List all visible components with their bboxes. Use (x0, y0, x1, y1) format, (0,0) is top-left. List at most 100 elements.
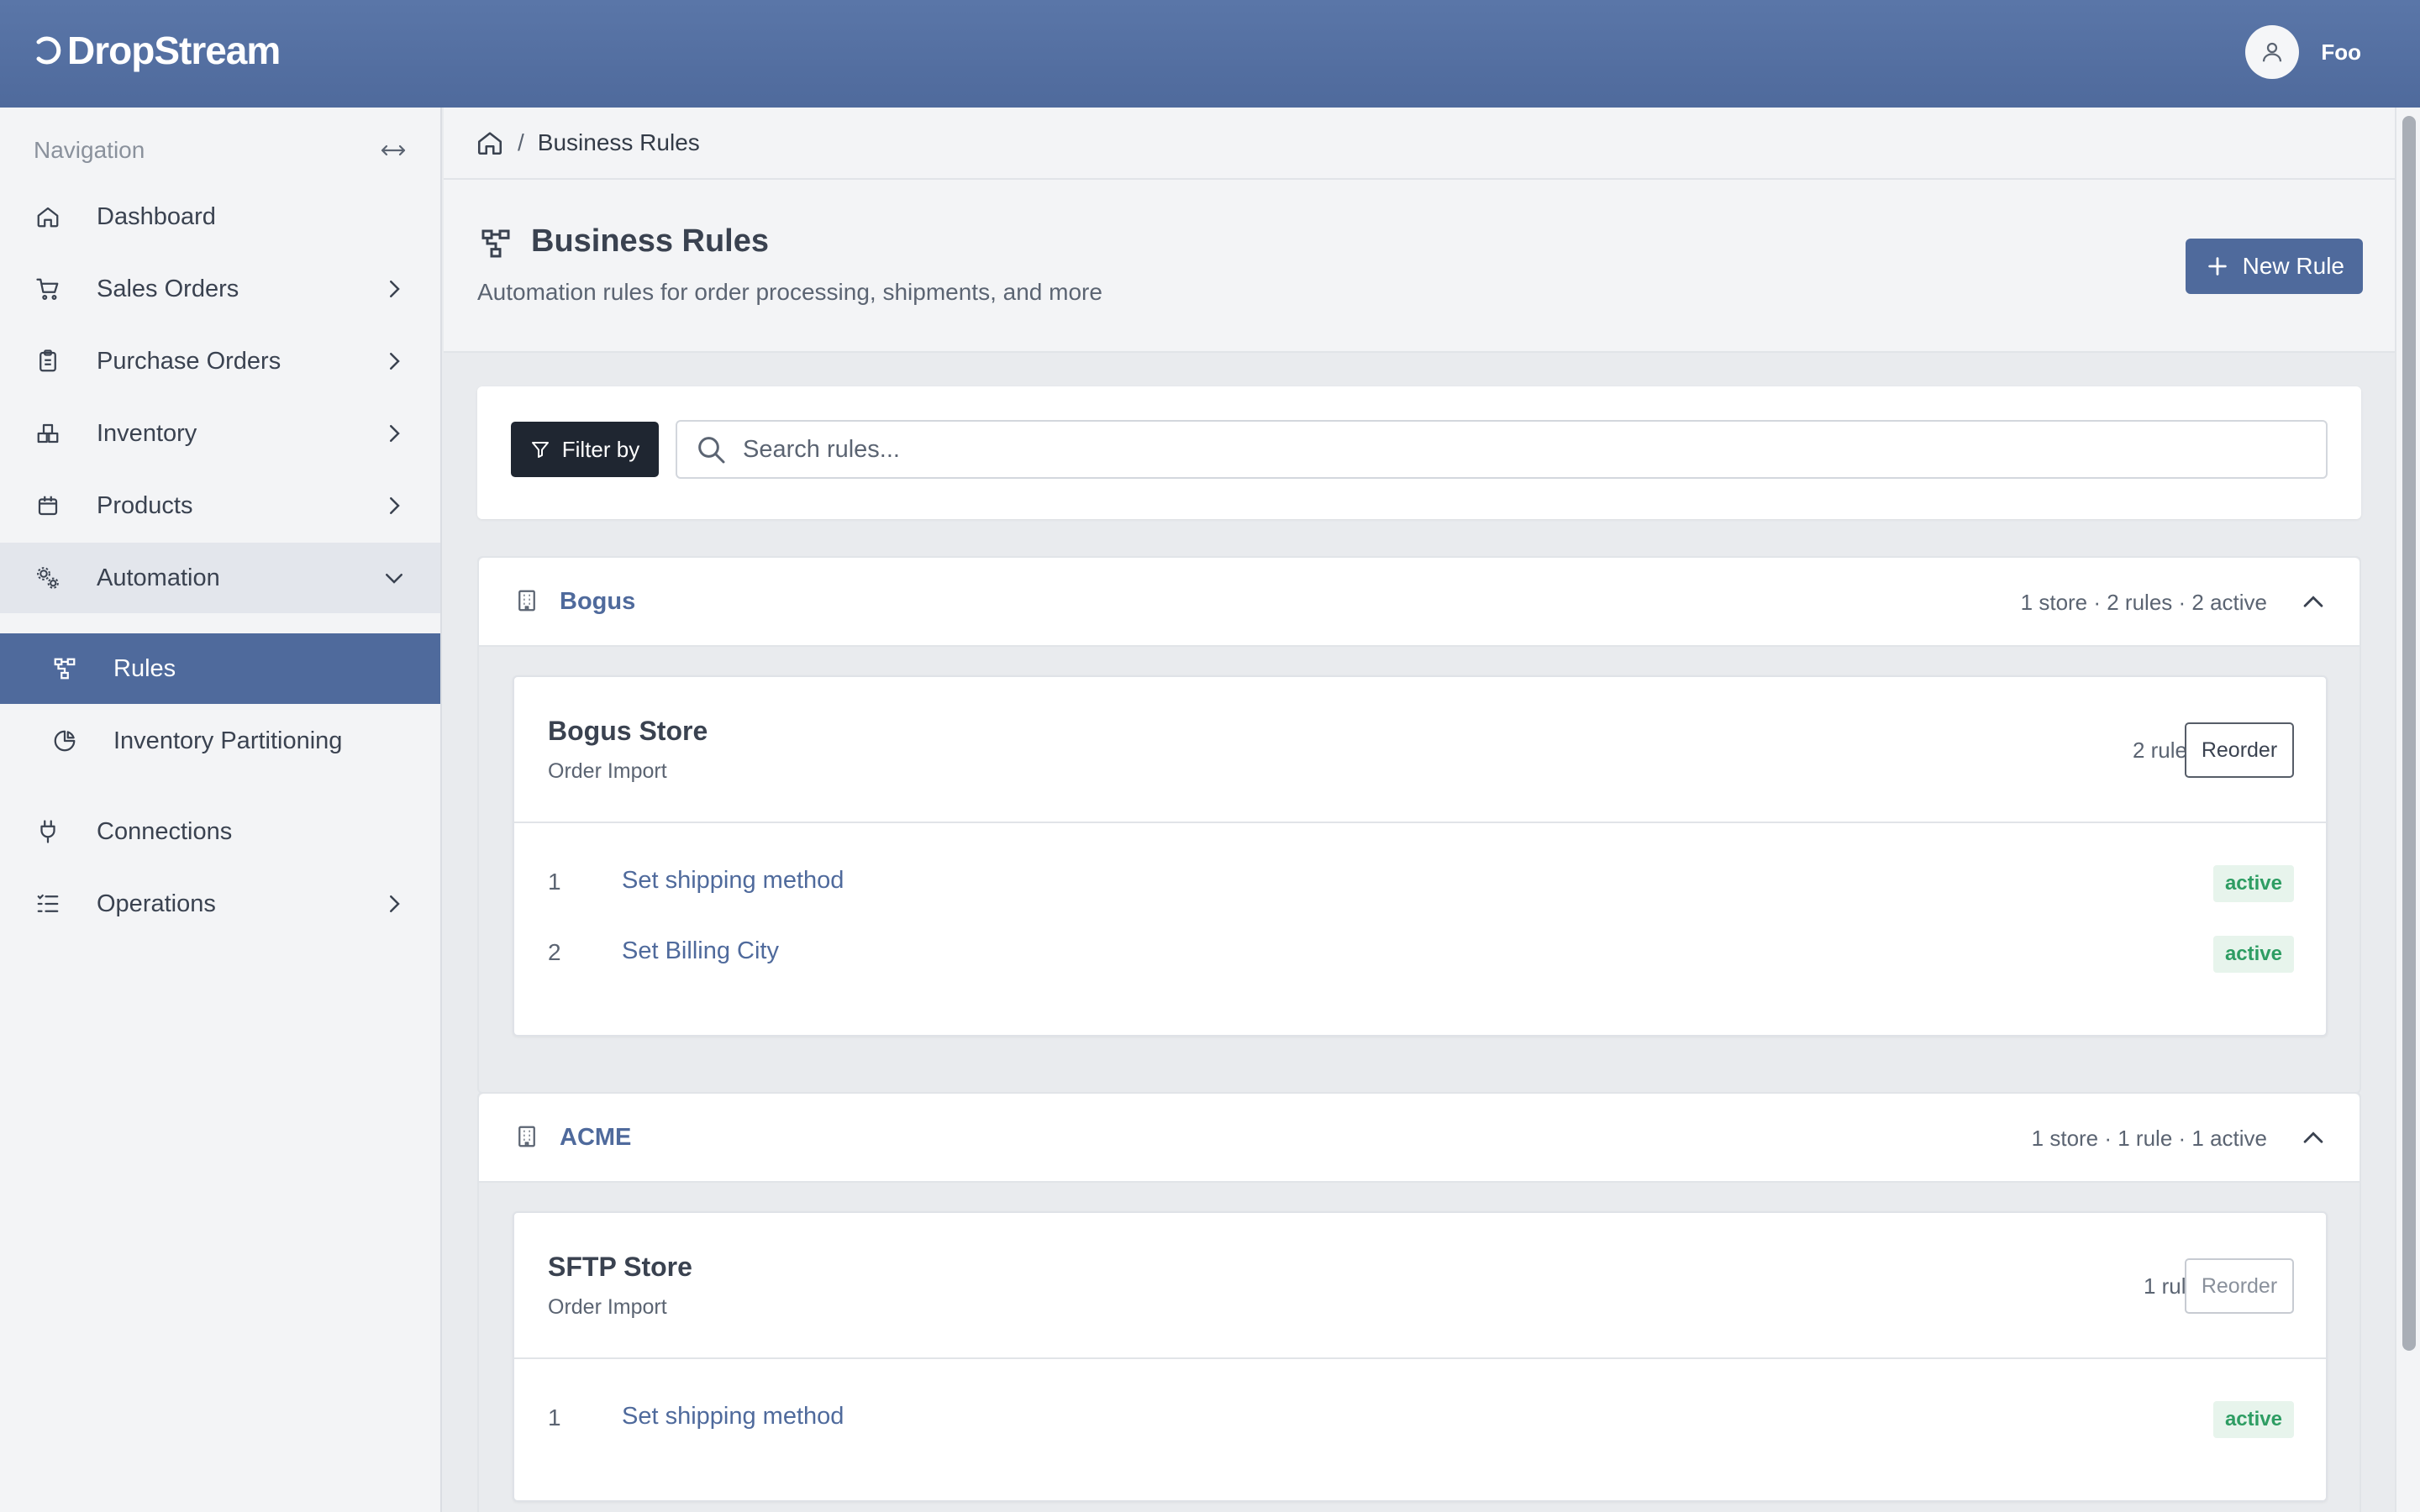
status-badge: active (2212, 1401, 2294, 1438)
rules-icon (481, 229, 510, 258)
user-name: Foo (2321, 39, 2361, 65)
avatar[interactable] (2245, 25, 2300, 79)
search-box[interactable] (676, 420, 2328, 479)
sidebar-subitem-rules[interactable]: Rules (0, 633, 440, 704)
plug-icon (34, 817, 62, 846)
chevron-up-icon[interactable] (2299, 1124, 2328, 1152)
home-icon (34, 202, 62, 231)
breadcrumb: / Business Rules (444, 108, 2395, 180)
brand-name: DropStream (67, 29, 281, 72)
boxes-icon (34, 419, 62, 448)
sidebar-item-label: Sales Orders (97, 275, 239, 302)
sidebar-item-sales-orders[interactable]: Sales Orders (0, 254, 440, 324)
sidebar-item-label: Operations (97, 890, 216, 917)
chevron-right-icon (390, 353, 400, 370)
sidebar-item-label: Inventory (97, 419, 197, 447)
rule-link[interactable]: Set shipping method (622, 867, 844, 895)
store-header: Bogus Store Order Import 2 rules Reorder (514, 677, 2326, 823)
sidebar-item-label: Automation (97, 564, 220, 591)
chevron-down-icon (386, 574, 402, 584)
cart-icon (34, 275, 62, 303)
store-header: SFTP Store Order Import 1 rule Reorder (514, 1213, 2326, 1359)
store-name: Bogus Store (548, 716, 708, 746)
group-name[interactable]: Bogus (560, 588, 635, 616)
chevron-right-icon (390, 425, 400, 442)
gears-icon (34, 564, 62, 592)
sidebar-item-label: Products (97, 491, 193, 519)
sidebar-item-dashboard[interactable]: Dashboard (0, 181, 440, 252)
user-icon (2263, 42, 2282, 62)
group-bogus: Bogus 1 store · 2 rules · 2 active Bogus… (477, 556, 2361, 1094)
store-card: Bogus Store Order Import 2 rules Reorder… (513, 675, 2328, 1037)
reorder-button[interactable]: Reorder (2185, 1258, 2294, 1314)
chevron-right-icon (390, 497, 400, 514)
table-row: 1 Set shipping method active (514, 1383, 2326, 1453)
new-rule-button[interactable]: New Rule (2185, 239, 2363, 294)
chevron-right-icon (390, 281, 400, 297)
page-subtitle: Automation rules for order processing, s… (477, 279, 1102, 305)
user-menu[interactable]: Foo (2245, 25, 2361, 79)
status-badge: active (2212, 936, 2294, 973)
filter-by-label: Filter by (561, 436, 640, 462)
filter-by-button[interactable]: Filter by (511, 422, 659, 477)
logo[interactable]: DropStream (34, 25, 281, 76)
store-type: Order Import (548, 1295, 667, 1319)
chevron-up-icon[interactable] (2299, 588, 2328, 617)
collapse-sidebar-button[interactable] (378, 135, 408, 165)
chevron-right-icon (390, 895, 400, 912)
rule-order: 1 (548, 869, 561, 895)
table-row: 1 Set shipping method active (514, 847, 2326, 917)
arrows-horizontal-icon (381, 144, 406, 156)
sidebar-item-operations[interactable]: Operations (0, 869, 440, 939)
rules-icon (50, 654, 79, 683)
scrollbar-thumb[interactable] (2402, 116, 2416, 1351)
scrollbar[interactable] (2395, 108, 2420, 1512)
top-bar: DropStream Foo (0, 0, 2420, 108)
store-type: Order Import (548, 759, 667, 783)
sidebar-item-inventory[interactable]: Inventory (0, 398, 440, 469)
reorder-button[interactable]: Reorder (2185, 722, 2294, 778)
page-title: Business Rules (531, 223, 769, 259)
list-check-icon (34, 890, 62, 918)
search-icon (698, 437, 725, 464)
store-card: SFTP Store Order Import 1 rule Reorder 1… (513, 1211, 2328, 1502)
sidebar-item-label: Rules (113, 654, 176, 682)
page-header: Business Rules Automation rules for orde… (444, 180, 2395, 353)
sidebar-item-label: Connections (97, 817, 233, 845)
nav-header: Navigation (34, 128, 408, 173)
sidebar-subitem-inventory-partitioning[interactable]: Inventory Partitioning (0, 706, 440, 776)
home-icon[interactable] (476, 129, 504, 157)
building-icon (518, 590, 535, 612)
table-row: 2 Set Billing City active (514, 917, 2326, 988)
group-summary: 1 store · 2 rules · 2 active (2020, 590, 2267, 615)
sidebar-item-label: Purchase Orders (97, 347, 281, 375)
group-header[interactable]: Bogus 1 store · 2 rules · 2 active (479, 558, 2360, 647)
plus-icon (2207, 257, 2227, 276)
sidebar-item-label: Inventory Partitioning (113, 727, 343, 754)
package-icon (34, 491, 62, 520)
sidebar-item-products[interactable]: Products (0, 470, 440, 541)
sidebar-item-connections[interactable]: Connections (0, 796, 440, 867)
search-input[interactable] (743, 435, 2255, 464)
pie-chart-icon (50, 727, 79, 755)
group-summary: 1 store · 1 rule · 1 active (2031, 1126, 2267, 1151)
sidebar-item-automation[interactable]: Automation (0, 543, 440, 613)
group-acme: ACME 1 store · 1 rule · 1 active SFTP St… (477, 1092, 2361, 1512)
rule-order: 2 (548, 939, 561, 965)
group-header[interactable]: ACME 1 store · 1 rule · 1 active (479, 1094, 2360, 1183)
dropstream-logo-icon (36, 36, 61, 65)
rule-link[interactable]: Set Billing City (622, 937, 779, 965)
sidebar: Navigation Dashboard Sales Orders Purcha… (0, 108, 442, 1512)
sidebar-item-label: Dashboard (97, 202, 216, 230)
breadcrumb-separator: / (518, 129, 524, 155)
breadcrumb-current: Business Rules (537, 129, 700, 155)
rule-order: 1 (548, 1404, 561, 1431)
store-name: SFTP Store (548, 1252, 692, 1282)
sidebar-item-purchase-orders[interactable]: Purchase Orders (0, 326, 440, 396)
building-icon (518, 1126, 535, 1147)
filter-card: Filter by (477, 386, 2361, 519)
group-name[interactable]: ACME (560, 1124, 631, 1152)
new-rule-label: New Rule (2242, 253, 2344, 279)
filter-icon (531, 442, 549, 458)
rule-link[interactable]: Set shipping method (622, 1403, 844, 1431)
